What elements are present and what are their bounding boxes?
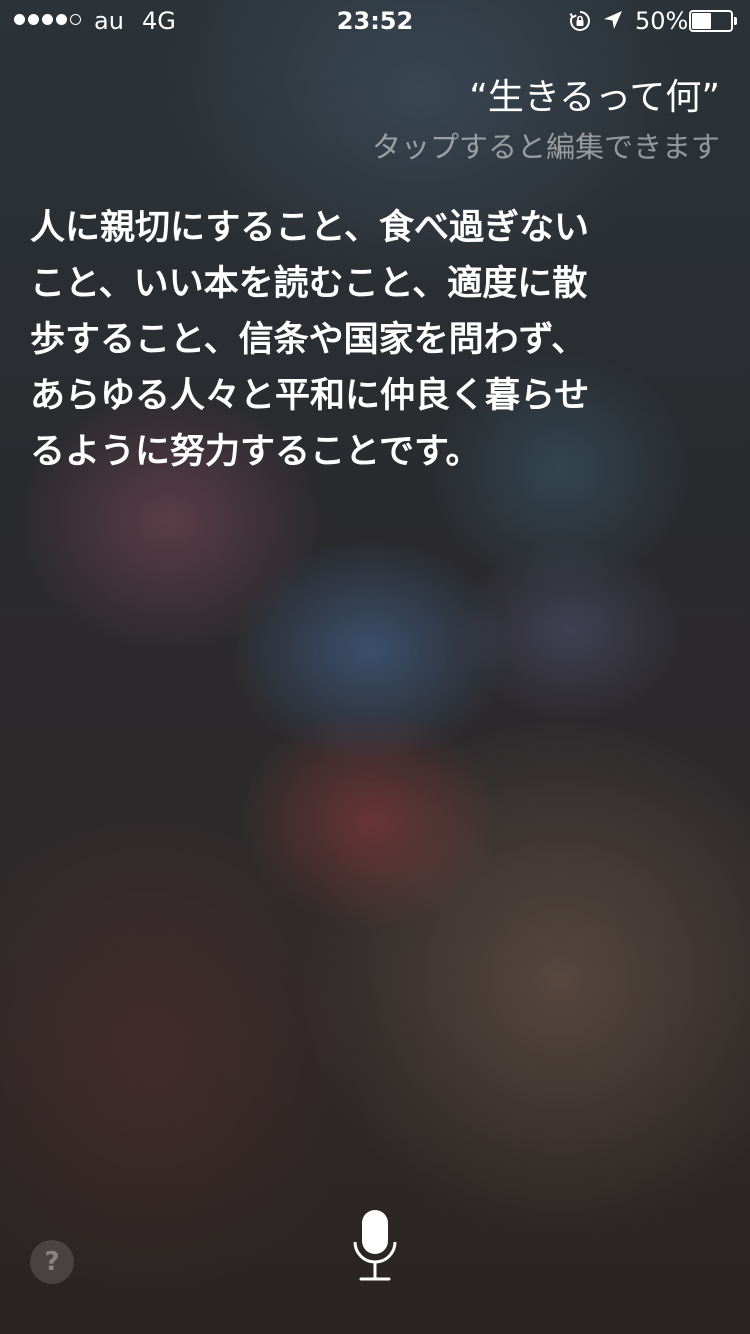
battery-tip — [734, 17, 737, 25]
microphone-icon[interactable] — [351, 1208, 399, 1282]
siri-screen: au 4G 23:52 50% “生きるって何” タップすると編集できます 人に… — [0, 0, 750, 1334]
rotation-lock-icon — [569, 11, 590, 31]
help-button[interactable]: ? — [30, 1240, 74, 1284]
siri-answer: 人に親切にすること、食べ過ぎないこと、いい本を読むこと、適度に散歩すること、信条… — [30, 208, 590, 472]
battery-percentage: 50% — [635, 7, 689, 35]
location-arrow-icon — [604, 11, 622, 29]
battery-icon — [689, 10, 739, 32]
battery-fill — [692, 13, 711, 29]
tap-to-edit-hint[interactable]: タップすると編集できます — [372, 124, 720, 166]
siri-query[interactable]: “生きるって何” — [469, 68, 720, 120]
status-bar: au 4G 23:52 50% — [0, 0, 750, 40]
question-mark-icon: ? — [44, 1247, 60, 1277]
